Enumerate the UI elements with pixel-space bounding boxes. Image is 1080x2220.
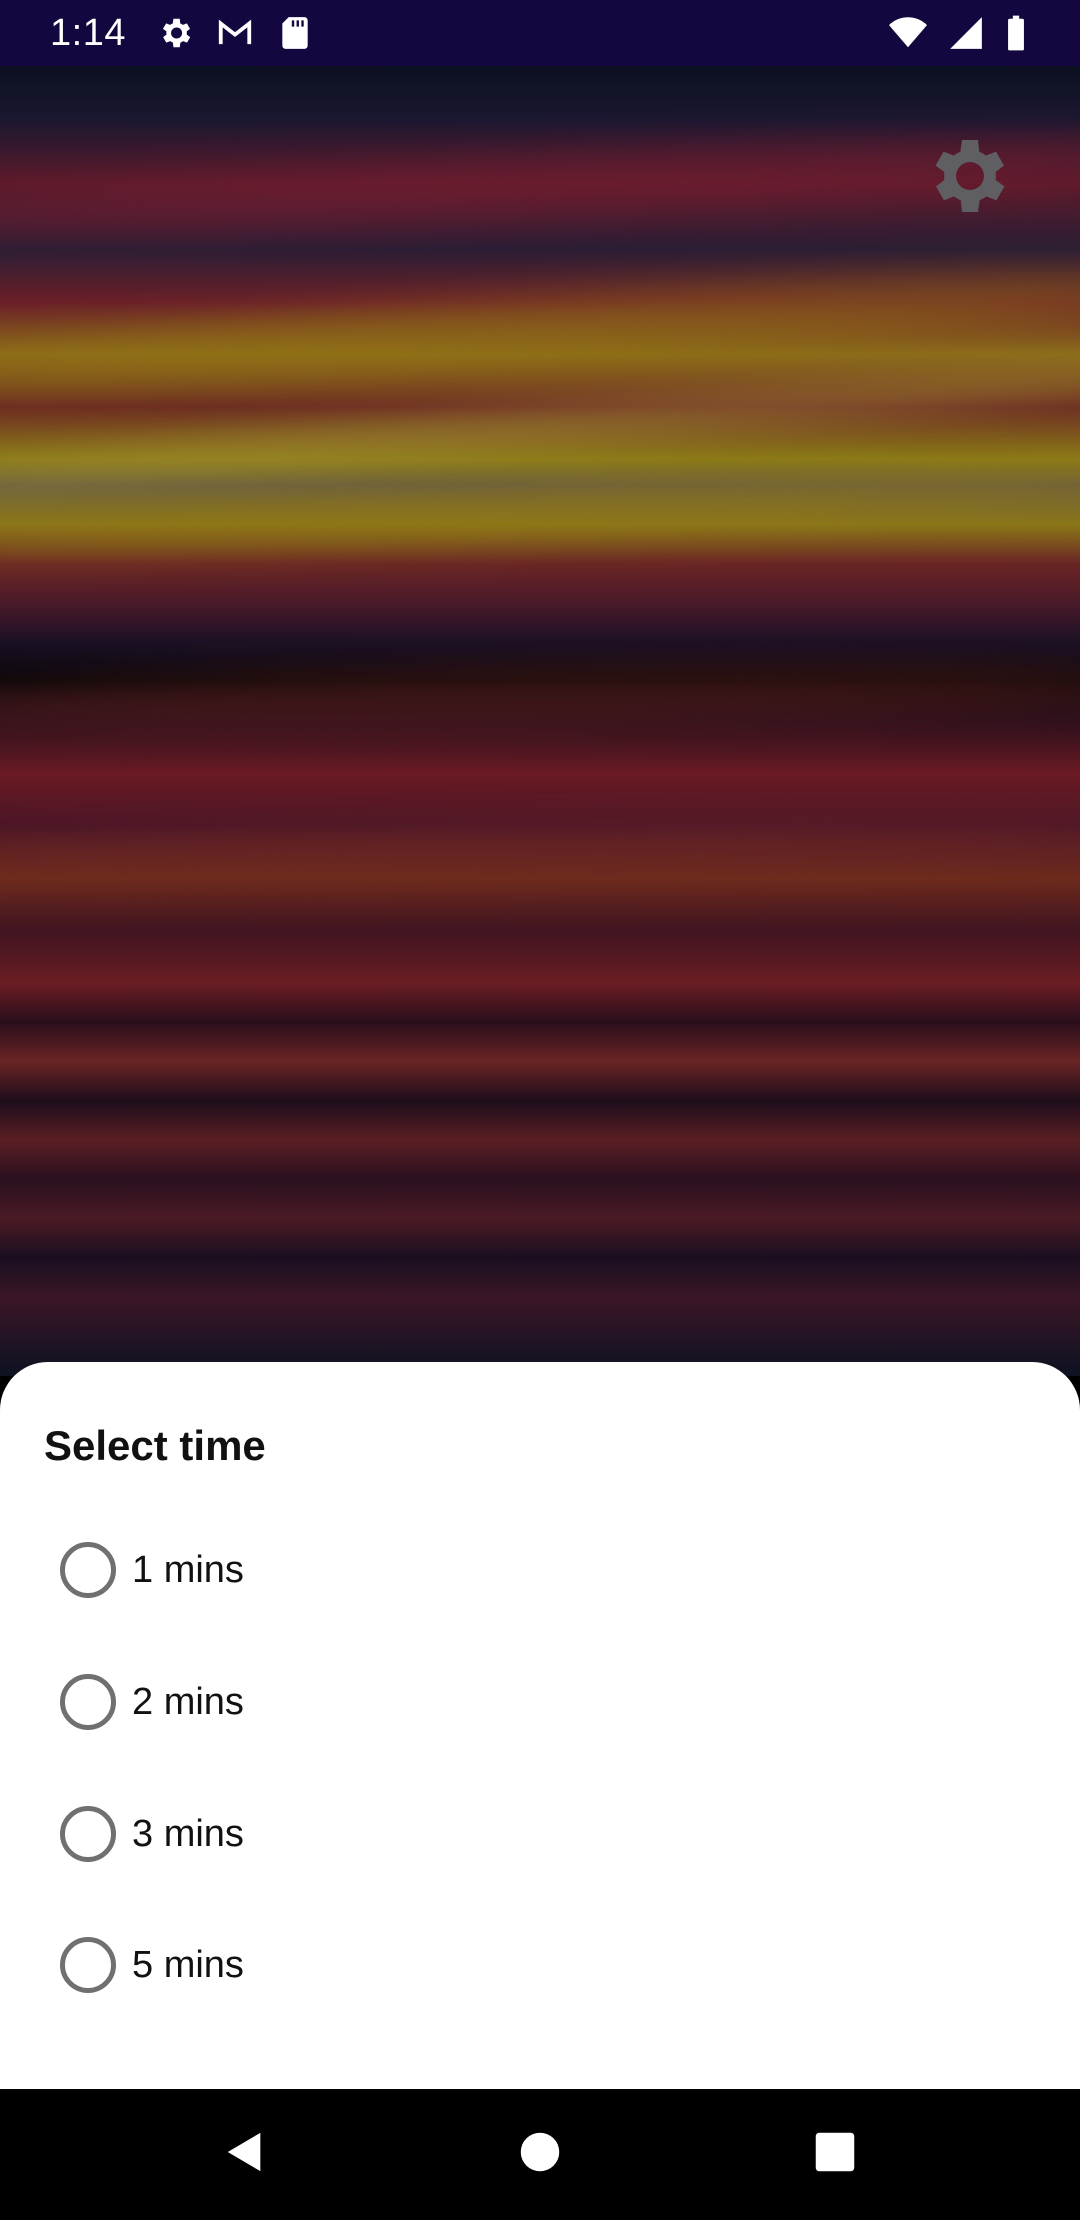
settings-icon xyxy=(155,14,195,52)
cellular-signal-icon xyxy=(946,14,986,52)
status-time: 1:14 xyxy=(50,12,126,54)
navigation-bar xyxy=(0,2089,1080,2220)
status-bar: 1:14 xyxy=(0,0,1080,66)
option-label: 1 mins xyxy=(132,1548,244,1591)
status-icons-right xyxy=(888,14,1028,52)
home-button[interactable] xyxy=(470,2089,610,2220)
settings-button[interactable] xyxy=(920,128,1020,228)
recents-button[interactable] xyxy=(765,2089,905,2220)
status-icons-left xyxy=(155,14,315,52)
time-option-1-mins[interactable]: 1 mins xyxy=(44,1515,1044,1625)
option-label: 2 mins xyxy=(132,1680,244,1723)
select-time-sheet: Select time 1 mins 2 mins 3 mins 5 mins xyxy=(0,1362,1080,2089)
sd-card-icon xyxy=(275,14,315,52)
recents-icon xyxy=(814,2131,856,2178)
back-icon xyxy=(222,2129,268,2180)
radio-button[interactable] xyxy=(60,1937,116,1993)
gear-icon xyxy=(922,128,1018,229)
wallpaper-image xyxy=(0,66,1080,1376)
gmail-icon xyxy=(215,14,255,52)
sheet-title: Select time xyxy=(44,1422,266,1469)
radio-button[interactable] xyxy=(60,1806,116,1862)
radio-button[interactable] xyxy=(60,1674,116,1730)
option-label: 5 mins xyxy=(132,1943,244,1986)
time-option-3-mins[interactable]: 3 mins xyxy=(44,1779,1044,1889)
radio-button[interactable] xyxy=(60,1542,116,1598)
home-icon xyxy=(519,2131,561,2178)
time-option-2-mins[interactable]: 2 mins xyxy=(44,1647,1044,1757)
back-button[interactable] xyxy=(175,2089,315,2220)
option-label: 3 mins xyxy=(132,1812,244,1855)
battery-icon xyxy=(1004,14,1028,52)
time-option-5-mins[interactable]: 5 mins xyxy=(44,1910,1044,2020)
wifi-icon xyxy=(888,14,928,52)
